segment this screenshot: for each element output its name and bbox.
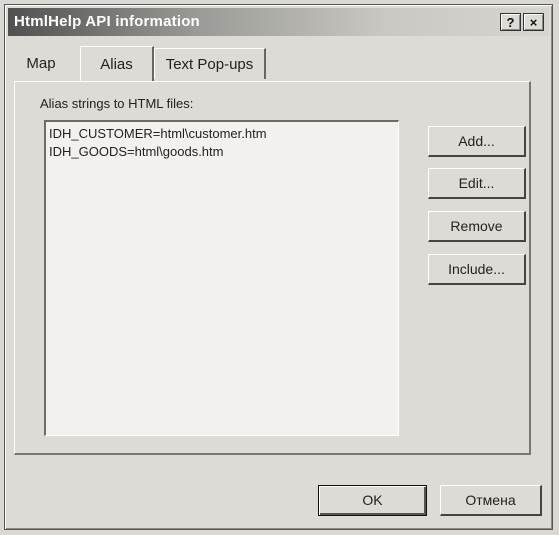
close-button[interactable]: × — [523, 13, 544, 31]
title-bar[interactable]: HtmlHelp API information ? × — [8, 8, 549, 36]
add-button[interactable]: Add... — [428, 126, 526, 157]
help-icon: ? — [506, 15, 515, 30]
dialog-title: HtmlHelp API information — [14, 13, 200, 30]
ok-button[interactable]: OK — [318, 485, 427, 516]
list-item[interactable]: IDH_GOODS=html\goods.htm — [49, 143, 395, 161]
close-icon: × — [529, 15, 538, 30]
tab-alias[interactable]: Alias — [80, 46, 154, 81]
tab-strip: Map Alias Text Pop-ups — [12, 46, 547, 82]
tab-text-popups[interactable]: Text Pop-ups — [154, 48, 266, 79]
help-button[interactable]: ? — [500, 13, 521, 31]
alias-listbox[interactable]: IDH_CUSTOMER=html\customer.htm IDH_GOODS… — [44, 120, 399, 436]
alias-list-label: Alias strings to HTML files: — [40, 96, 194, 111]
cancel-button[interactable]: Отмена — [440, 485, 542, 516]
tab-map[interactable]: Map — [20, 48, 62, 79]
include-button[interactable]: Include... — [428, 254, 526, 285]
remove-button[interactable]: Remove — [428, 211, 526, 242]
edit-button[interactable]: Edit... — [428, 168, 526, 199]
list-item[interactable]: IDH_CUSTOMER=html\customer.htm — [49, 125, 395, 143]
